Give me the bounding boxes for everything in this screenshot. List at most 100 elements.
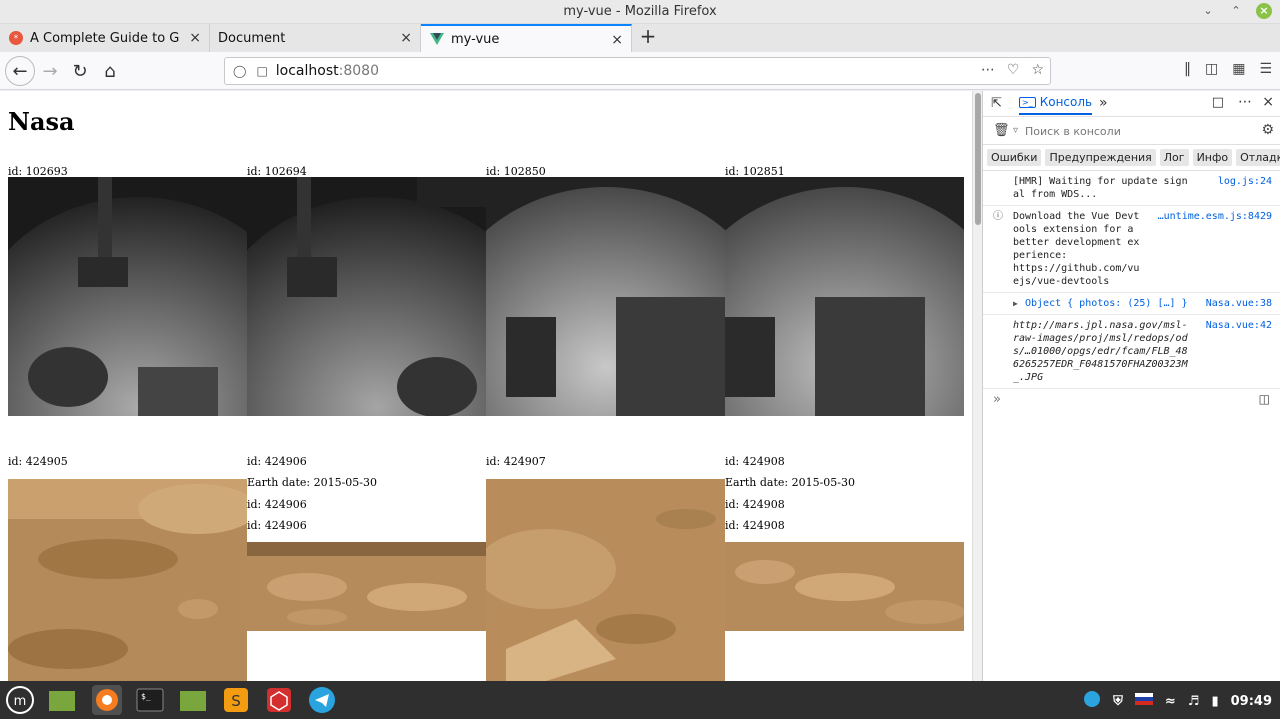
- prompt-chevron-icon: »: [993, 392, 1001, 407]
- dock-icon[interactable]: □: [1212, 95, 1224, 110]
- console-message-text[interactable]: http://mars.jpl.nasa.gov/msl-raw-images/…: [1013, 319, 1193, 384]
- level-warnings[interactable]: Предупреждения: [1045, 149, 1156, 166]
- mint-menu-icon[interactable]: m: [5, 685, 35, 715]
- tab-css-tricks[interactable]: * A Complete Guide to Grid | ×: [0, 24, 210, 52]
- console-message-source[interactable]: Nasa.vue:42: [1206, 319, 1272, 332]
- mars-photo-color: [247, 542, 486, 631]
- element-picker-icon[interactable]: ⇱: [991, 96, 1002, 111]
- level-debug[interactable]: Отладка: [1236, 149, 1280, 166]
- console-message-source[interactable]: log.js:24: [1218, 175, 1272, 188]
- home-icon[interactable]: ⌂: [96, 57, 124, 85]
- page-info-icon[interactable]: □: [256, 64, 267, 78]
- console-input[interactable]: » ◫: [983, 389, 1280, 411]
- console-message-text: Download the Vue Devtools extension for …: [1013, 211, 1140, 287]
- forward-button-icon[interactable]: →: [36, 57, 64, 85]
- earth-date: Earth date: 2015-05-30: [247, 476, 378, 489]
- console-message-source[interactable]: Nasa.vue:38: [1206, 297, 1272, 310]
- maximize-icon[interactable]: ⌃: [1228, 3, 1244, 19]
- console-message-text: [HMR] Waiting for update signal from WDS…: [1013, 176, 1188, 200]
- console-message: http://mars.jpl.nasa.gov/msl-raw-images/…: [983, 315, 1280, 389]
- page-actions-icon[interactable]: ⋯: [981, 62, 995, 78]
- css-tricks-favicon-icon: *: [8, 30, 24, 46]
- pocket-icon[interactable]: ♡: [1007, 62, 1020, 78]
- filter-icon: ▿: [1013, 125, 1019, 136]
- photo-id: id: 424906: [247, 519, 307, 532]
- console-message-source[interactable]: …untime.esm.js:8429: [1158, 210, 1272, 223]
- wifi-icon[interactable]: ≈: [1165, 694, 1176, 709]
- console-message: [HMR] Waiting for update signal from WDS…: [983, 171, 1280, 206]
- taskbar: m $_ S ⛨ ≈ ♬ ▮ 09:49: [0, 681, 1280, 719]
- tab-my-vue[interactable]: my-vue ×: [421, 24, 632, 52]
- files-icon[interactable]: [47, 685, 77, 715]
- console-filter-input[interactable]: Поиск в консоли: [1025, 125, 1121, 138]
- tab-close-icon[interactable]: ×: [400, 30, 412, 46]
- firefox-icon[interactable]: [92, 685, 122, 715]
- devtools-close-icon[interactable]: ×: [1262, 94, 1274, 110]
- level-errors[interactable]: Ошибки: [987, 149, 1042, 166]
- tab-close-icon[interactable]: ×: [189, 30, 201, 46]
- battery-icon[interactable]: ▮: [1211, 694, 1218, 709]
- navigation-toolbar: ← → ↻ ⌂ ◯ □ localhost:8080 ⋯ ♡ ☆ ‖ ◫ ▦ ☰: [0, 52, 1280, 90]
- tab-console[interactable]: >_ Консоль: [1019, 95, 1093, 115]
- level-info[interactable]: Инфо: [1192, 149, 1233, 166]
- photo-id: id: 424905: [8, 455, 68, 468]
- console-icon: >_: [1019, 96, 1036, 108]
- photo-id: id: 424908: [725, 498, 785, 511]
- app-icon[interactable]: [264, 685, 294, 715]
- mars-photo-bw: [247, 177, 486, 416]
- console-message: ▶ Object { photos: (25) […] } Nasa.vue:3…: [983, 293, 1280, 315]
- trash-icon[interactable]: 🗑: [993, 123, 1010, 138]
- more-tools-icon[interactable]: »: [1099, 95, 1108, 111]
- minimize-icon[interactable]: ⌄: [1200, 3, 1216, 19]
- sidebar-icon[interactable]: ◫: [1205, 61, 1218, 77]
- keyboard-layout-icon[interactable]: [1134, 693, 1153, 709]
- console-message: ⓘ Download the Vue Devtools extension fo…: [983, 206, 1280, 293]
- devtools-panel: ⇱ >_ Консоль » □ ⋯ × 🗑 ▿ Поиск в консоли…: [982, 91, 1280, 681]
- library-icon[interactable]: ‖: [1184, 61, 1191, 77]
- svg-text:S: S: [231, 692, 241, 710]
- shield-tray-icon[interactable]: ⛨: [1113, 694, 1123, 709]
- url-host: localhost: [275, 63, 339, 79]
- settings-gear-icon[interactable]: ⚙: [1261, 122, 1274, 138]
- extensions-icon[interactable]: ▦: [1232, 61, 1245, 77]
- reload-icon[interactable]: ↻: [66, 57, 94, 85]
- mars-photo-bw: [486, 177, 725, 416]
- new-tab-icon[interactable]: +: [637, 24, 659, 48]
- sublime-icon[interactable]: S: [221, 685, 251, 715]
- folder-icon[interactable]: [178, 685, 208, 715]
- window-title: my-vue - Mozilla Firefox: [563, 4, 717, 19]
- photo-id: id: 424908: [725, 455, 785, 468]
- split-console-icon[interactable]: ◫: [1259, 392, 1270, 406]
- devtools-menu-icon[interactable]: ⋯: [1238, 94, 1252, 110]
- bookmark-star-icon[interactable]: ☆: [1031, 62, 1044, 78]
- console-object[interactable]: Object { photos: (25) […] }: [1013, 297, 1203, 310]
- terminal-icon[interactable]: $_: [135, 685, 165, 715]
- url-text[interactable]: localhost:8080: [276, 63, 379, 79]
- expand-triangle-icon[interactable]: ▶: [1013, 297, 1018, 310]
- page-viewport: Nasa id: 102693 id: 102694 id: 102850 id…: [0, 91, 972, 681]
- close-window-icon[interactable]: ×: [1256, 3, 1272, 19]
- scrollbar-thumb[interactable]: [975, 93, 981, 225]
- clock[interactable]: 09:49: [1231, 694, 1272, 709]
- telegram-tray-icon[interactable]: [1083, 690, 1101, 712]
- photo-id: id: 424906: [247, 498, 307, 511]
- log-level-filters: Ошибки Предупреждения Лог Инфо Отладка: [983, 145, 1280, 171]
- url-port: :8080: [338, 63, 379, 79]
- tab-close-icon[interactable]: ×: [611, 32, 623, 48]
- back-button-icon[interactable]: ←: [5, 56, 35, 86]
- level-log[interactable]: Лог: [1159, 149, 1189, 166]
- console-tab-label: Консоль: [1039, 95, 1093, 109]
- volume-icon[interactable]: ♬: [1188, 694, 1200, 709]
- telegram-icon[interactable]: [307, 685, 337, 715]
- tab-document[interactable]: Document ×: [210, 24, 421, 52]
- mars-photo-color: [486, 479, 725, 681]
- tab-strip: * A Complete Guide to Grid | × Document …: [0, 24, 1280, 52]
- page-scrollbar[interactable]: [972, 91, 982, 681]
- page-heading: Nasa: [8, 107, 75, 136]
- url-bar[interactable]: ◯ □ localhost:8080 ⋯ ♡ ☆: [224, 57, 1051, 85]
- info-icon: ⓘ: [993, 211, 1003, 222]
- svg-text:m: m: [14, 694, 27, 709]
- system-tray: ⛨ ≈ ♬ ▮ 09:49: [1083, 690, 1272, 712]
- menu-icon[interactable]: ☰: [1259, 61, 1272, 77]
- shield-icon[interactable]: ◯: [233, 64, 246, 78]
